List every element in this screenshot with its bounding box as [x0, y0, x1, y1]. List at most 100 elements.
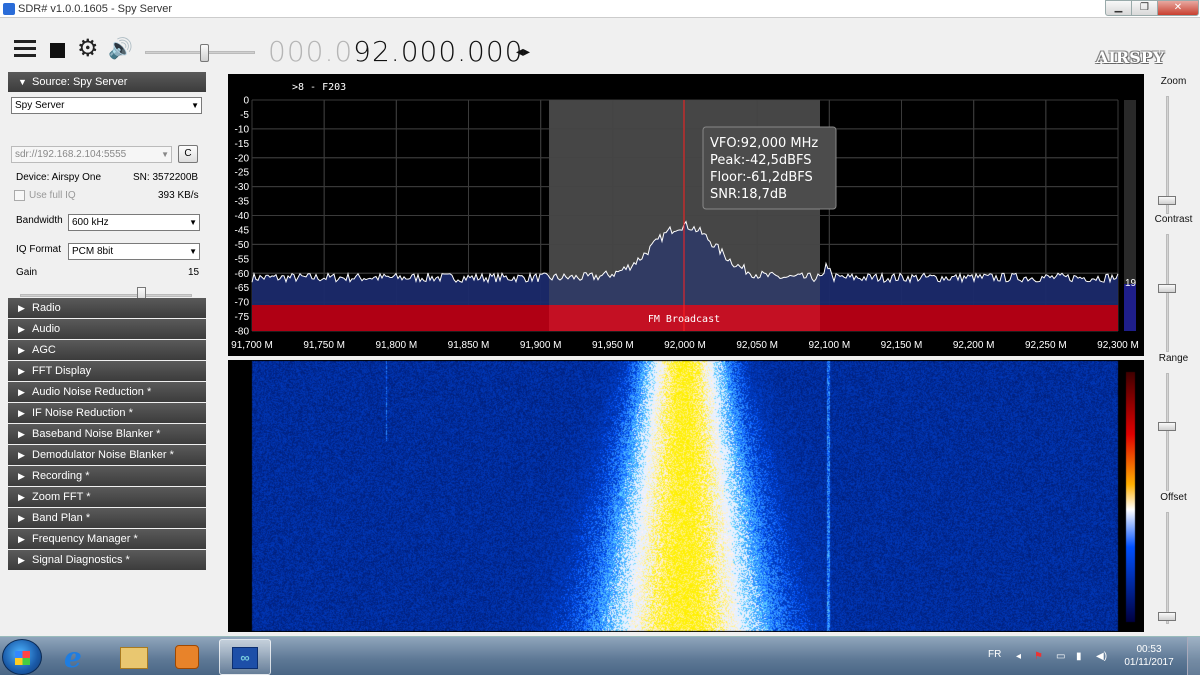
network-icon[interactable]: ▮ [1076, 651, 1082, 662]
system-clock[interactable]: 00:53 01/11/2017 [1118, 643, 1180, 669]
iq-format-value: PCM 8bit [72, 246, 114, 257]
plugin-header-audio[interactable]: ▶ Audio [8, 319, 206, 339]
sdrsharp-icon: ∞ [232, 647, 258, 669]
maximize-button[interactable]: ❐ [1131, 0, 1158, 16]
plugin-header-frequency-manager[interactable]: ▶ Frequency Manager * [8, 529, 206, 549]
language-indicator[interactable]: FR [988, 649, 1001, 660]
taskbar-internet-explorer[interactable]: e [52, 639, 104, 675]
collapsed-arrow-icon: ▶ [18, 492, 25, 502]
source-panel: Spy Server ▼ sdr://192.168.2.104:5555 ▼ C … [8, 93, 206, 308]
x-tick-label: 92,150 M [881, 340, 923, 351]
x-tick-label: 92,250 M [1025, 340, 1067, 351]
y-tick-label: -15 [235, 139, 250, 150]
collapsed-arrow-icon: ▶ [18, 534, 25, 544]
plugin-header-recording[interactable]: ▶ Recording * [8, 466, 206, 486]
plugin-header-zoom-fft[interactable]: ▶ Zoom FFT * [8, 487, 206, 507]
y-tick-label: -80 [235, 327, 250, 338]
y-tick-label: -20 [235, 153, 250, 164]
spectrum-analyzer[interactable]: >8 - F203 FM Broadcast 0-5-10-15-20-25-3… [228, 74, 1144, 356]
x-tick-label: 91,750 M [303, 340, 345, 351]
y-tick-label: -55 [235, 254, 250, 265]
windows-logo-icon [15, 651, 30, 665]
plugin-header-agc[interactable]: ▶ AGC [8, 340, 206, 360]
gear-icon[interactable]: ⚙ [77, 37, 99, 61]
frequency-leading-digits[interactable]: 000.0 [268, 35, 353, 68]
iq-format-label: IQ Format [16, 244, 62, 255]
plugin-header-if-noise-reduction[interactable]: ▶ IF Noise Reduction * [8, 403, 206, 423]
gain-value: 15 [188, 267, 200, 278]
device-label: Device: Airspy One [16, 172, 102, 183]
x-tick-label: 92,300 M [1097, 340, 1139, 351]
plugin-header-signal-diagnostics[interactable]: ▶ Signal Diagnostics * [8, 550, 206, 570]
uri-value: sdr://192.168.2.104:5555 [15, 149, 127, 160]
contrast-slider[interactable] [1158, 234, 1178, 352]
volume-tray-icon[interactable]: ◀) [1096, 651, 1107, 662]
volume-slider[interactable] [145, 44, 255, 62]
uri-input[interactable]: sdr://192.168.2.104:5555 ▼ [11, 146, 172, 163]
zoom-slider-thumb[interactable] [1158, 196, 1176, 205]
speaker-icon[interactable]: 🔊 [108, 38, 133, 60]
plugin-header-fft-display[interactable]: ▶ FFT Display [8, 361, 206, 381]
stop-icon[interactable] [50, 43, 65, 58]
plugin-label: Baseband Noise Blanker * [32, 428, 161, 440]
volume-slider-thumb[interactable] [200, 44, 209, 62]
offset-slider[interactable] [1158, 512, 1178, 624]
window-title: SDR# v1.0.0.1605 - Spy Server [18, 3, 173, 15]
y-tick-label: -40 [235, 211, 250, 222]
x-tick-label: 92,200 M [953, 340, 995, 351]
display-controls: Zoom Contrast Range Offset [1147, 74, 1200, 634]
tooltip-peak: Peak:-42,5dBFS [710, 153, 812, 168]
plugin-header-baseband-noise-blanker[interactable]: ▶ Baseband Noise Blanker * [8, 424, 206, 444]
clock-time: 00:53 [1136, 644, 1162, 655]
bandwidth-select[interactable]: 600 kHz ▼ [68, 214, 200, 231]
contrast-label: Contrast [1154, 214, 1193, 225]
x-tick-label: 91,700 M [231, 340, 273, 351]
offset-slider-thumb[interactable] [1158, 612, 1176, 621]
x-tick-label: 92,100 M [808, 340, 850, 351]
action-center-icon[interactable]: ⚑ [1034, 651, 1043, 662]
zoom-slider[interactable] [1158, 96, 1178, 214]
minimize-button[interactable]: ▁ [1105, 0, 1132, 16]
dropdown-arrow-icon: ▼ [189, 218, 197, 227]
taskbar-media-player[interactable] [163, 639, 215, 675]
frequency-display[interactable]: 000.092.000.000 [268, 35, 524, 68]
waterfall-display[interactable] [228, 360, 1144, 632]
plugin-header-band-plan[interactable]: ▶ Band Plan * [8, 508, 206, 528]
plugin-header-radio[interactable]: ▶ Radio [8, 298, 206, 318]
tray-expand-icon[interactable]: ◂ [1016, 651, 1021, 662]
left-panel: ▼ Source: Spy Server Spy Server ▼ sdr://19… [8, 72, 206, 574]
contrast-slider-thumb[interactable] [1158, 284, 1176, 293]
tooltip-floor: Floor:-61,2dBFS [710, 170, 813, 185]
source-type-value: Spy Server [15, 100, 65, 111]
app-icon [3, 3, 15, 15]
data-rate: 393 KB/s [158, 190, 199, 201]
display-icon[interactable]: ▭ [1056, 651, 1065, 662]
collapsed-arrow-icon: ▶ [18, 345, 25, 355]
hamburger-menu-icon[interactable] [14, 40, 36, 60]
range-slider[interactable] [1158, 373, 1178, 491]
media-player-icon [175, 645, 199, 669]
plugin-label: FFT Display [32, 365, 92, 377]
windows-taskbar: e ∞ FR ◂ ⚑ ▭ ▮ ◀) 00:53 01/11/2017 [0, 636, 1200, 675]
range-label: Range [1158, 353, 1189, 364]
plugin-label: Zoom FFT * [32, 491, 91, 503]
plugin-header-demodulator-noise-blanker[interactable]: ▶ Demodulator Noise Blanker * [8, 445, 206, 465]
collapsed-arrow-icon: ▶ [18, 366, 25, 376]
collapsed-arrow-icon: ▶ [18, 303, 25, 313]
full-iq-checkbox[interactable] [14, 190, 25, 201]
source-type-select[interactable]: Spy Server ▼ [11, 97, 202, 114]
x-tick-label: 92,000 M [664, 340, 706, 351]
source-section-header[interactable]: ▼ Source: Spy Server [8, 72, 206, 92]
iq-format-select[interactable]: PCM 8bit ▼ [68, 243, 200, 260]
show-desktop-button[interactable] [1187, 637, 1200, 675]
start-button[interactable] [2, 639, 42, 675]
frequency-step-arrows[interactable]: ◂▸ [516, 43, 530, 60]
connect-button[interactable]: C [178, 145, 198, 163]
frequency-digits[interactable]: 92.000.000 [353, 35, 523, 68]
taskbar-file-explorer[interactable] [108, 639, 160, 675]
close-button[interactable]: ✕ [1157, 0, 1199, 16]
taskbar-sdrsharp[interactable]: ∞ [219, 639, 271, 675]
collapsed-arrow-icon: ▶ [18, 429, 25, 439]
plugin-header-audio-noise-reduction[interactable]: ▶ Audio Noise Reduction * [8, 382, 206, 402]
range-slider-thumb[interactable] [1158, 422, 1176, 431]
